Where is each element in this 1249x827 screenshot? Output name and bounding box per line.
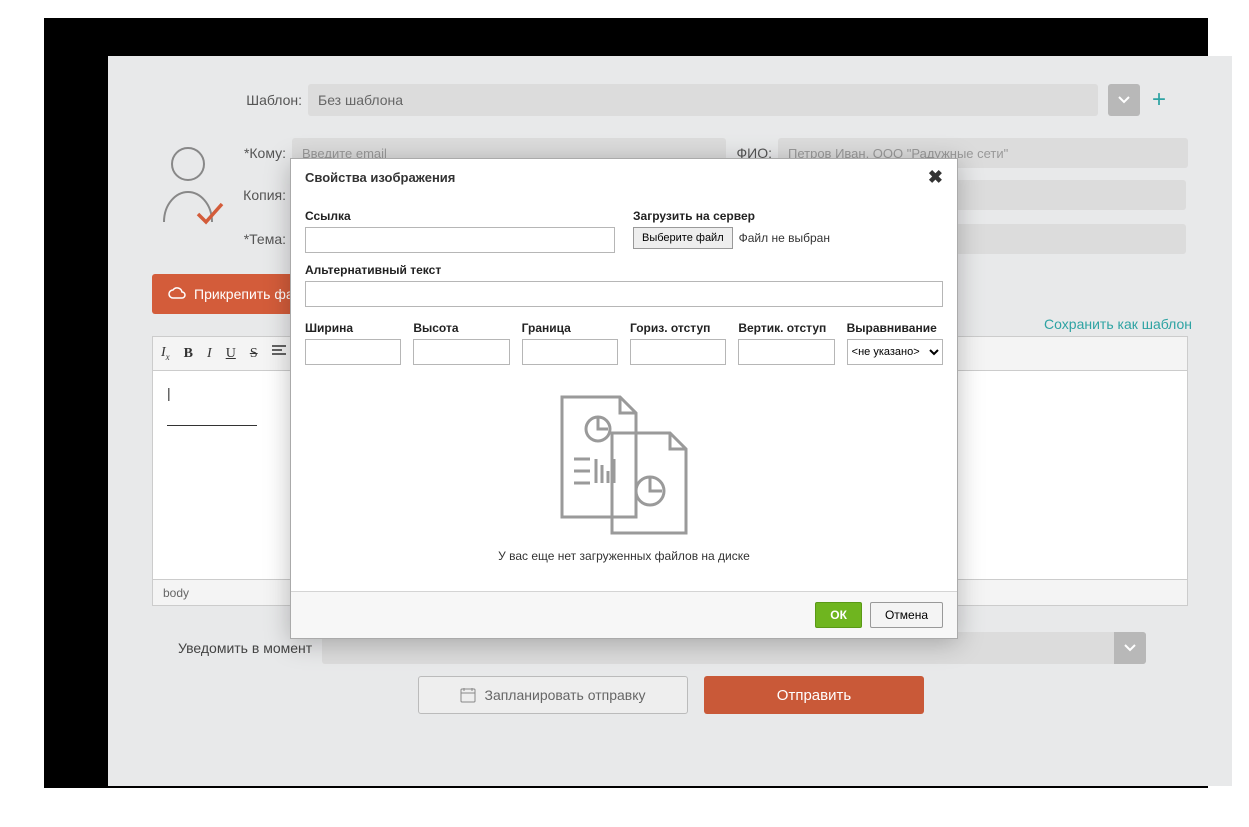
template-label: Шаблон: [242, 92, 302, 108]
chevron-down-icon [1117, 93, 1131, 107]
strike-button[interactable]: S [250, 346, 258, 362]
empty-state: У вас еще нет загруженных файлов на диск… [305, 365, 943, 573]
save-as-template-link[interactable]: Сохранить как шаблон [1044, 316, 1192, 332]
notify-dropdown-button[interactable] [1114, 632, 1146, 664]
subject-label: *Тема: [242, 231, 286, 247]
hspace-label: Гориз. отступ [630, 321, 726, 335]
add-template-button[interactable]: + [1152, 86, 1166, 114]
border-input[interactable] [522, 339, 618, 365]
width-label: Ширина [305, 321, 401, 335]
clear-format-button[interactable]: Ix [161, 345, 170, 362]
to-label: *Кому: [242, 145, 286, 161]
schedule-send-button[interactable]: Запланировать отправку [418, 676, 688, 714]
template-value: Без шаблона [318, 92, 403, 108]
empty-text: У вас еще нет загруженных файлов на диск… [498, 549, 750, 563]
align-icon [272, 345, 286, 357]
border-label: Граница [522, 321, 618, 335]
link-label: Ссылка [305, 209, 615, 223]
dialog-header: Свойства изображения ✖ [291, 159, 957, 195]
dialog-body: Ссылка Загрузить на сервер Выберите файл… [291, 195, 957, 591]
template-select[interactable]: Без шаблона [308, 84, 1098, 116]
width-input[interactable] [305, 339, 401, 365]
alt-label: Альтернативный текст [305, 263, 943, 277]
avatar [152, 140, 228, 236]
dialog-footer: ОК Отмена [291, 591, 957, 638]
chevron-down-icon [1123, 641, 1137, 655]
calendar-icon [460, 687, 476, 703]
hspace-input[interactable] [630, 339, 726, 365]
template-row: Шаблон: Без шаблона + [242, 84, 1166, 116]
vspace-label: Вертик. отступ [738, 321, 834, 335]
vspace-input[interactable] [738, 339, 834, 365]
dialog-title: Свойства изображения [305, 170, 455, 185]
underline-button[interactable]: U [226, 346, 236, 362]
align-button[interactable] [272, 345, 286, 362]
align-label: Выравнивание [847, 321, 943, 335]
choose-file-button[interactable]: Выберите файл [633, 227, 733, 249]
send-button[interactable]: Отправить [704, 676, 924, 714]
link-input[interactable] [305, 227, 615, 253]
ok-button[interactable]: ОК [815, 602, 862, 628]
height-input[interactable] [413, 339, 509, 365]
no-file-text: Файл не выбран [739, 231, 830, 245]
cancel-button[interactable]: Отмена [870, 602, 943, 628]
template-dropdown-button[interactable] [1108, 84, 1140, 116]
cloud-icon [168, 287, 186, 301]
send-label: Отправить [777, 687, 851, 704]
bold-button[interactable]: B [184, 346, 193, 362]
schedule-label: Запланировать отправку [484, 687, 645, 703]
height-label: Высота [413, 321, 509, 335]
image-properties-dialog: Свойства изображения ✖ Ссылка Загрузить … [290, 158, 958, 639]
upload-label: Загрузить на сервер [633, 209, 943, 223]
italic-button[interactable]: I [207, 346, 212, 362]
alt-input[interactable] [305, 281, 943, 307]
close-icon[interactable]: ✖ [928, 167, 943, 188]
notify-label: Уведомить в момент [178, 640, 312, 656]
align-select[interactable]: <не указано> [847, 339, 943, 365]
documents-icon [534, 385, 714, 535]
cc-label: Копия: [242, 187, 286, 203]
